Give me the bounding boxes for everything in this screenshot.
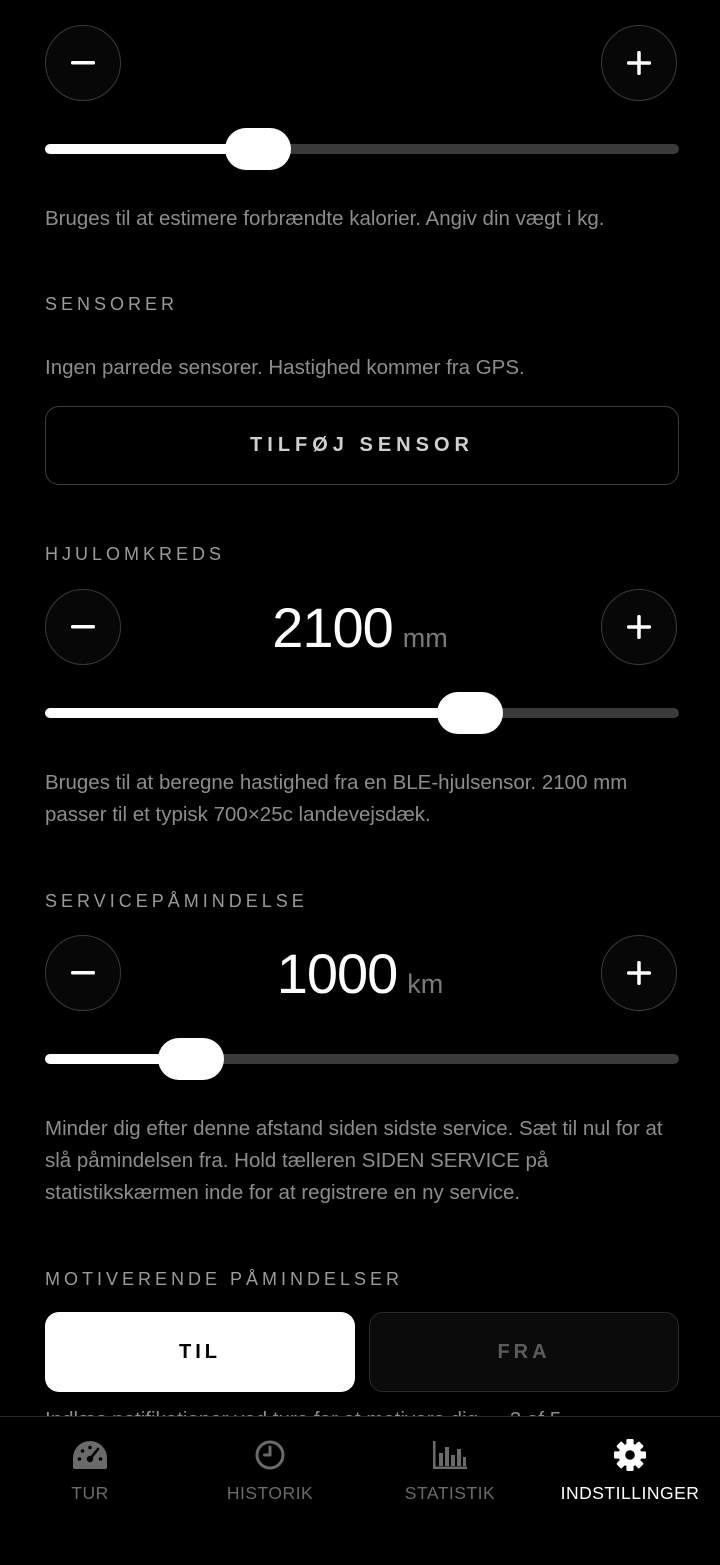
tab-label: HISTORIK (226, 1483, 314, 1503)
tab-label: STATISTIK (404, 1483, 496, 1503)
service-helper-text: Minder dig efter denne afstand siden sid… (45, 1117, 663, 1204)
plus-icon (627, 51, 651, 75)
bottom-tab-bar: TUR HISTORIK STATISTIK INDSTILLINGER (0, 1416, 720, 1565)
tab-indstillinger[interactable]: INDSTILLINGER (540, 1417, 720, 1565)
plus-icon (627, 961, 651, 985)
motivation-off-button[interactable]: FRA (369, 1312, 679, 1392)
service-slider-thumb[interactable] (158, 1038, 224, 1080)
gear-icon (611, 1437, 649, 1473)
tab-label: INDSTILLINGER (560, 1483, 700, 1503)
clock-icon (251, 1437, 289, 1473)
weight-slider[interactable] (45, 128, 679, 170)
sensors-status-text: Ingen parrede sensorer. Hastighed kommer… (45, 356, 525, 379)
service-unit: km (407, 969, 444, 999)
plus-icon (627, 615, 651, 639)
weight-slider-thumb[interactable] (225, 128, 291, 170)
motivation-section-label: MOTIVERENDE PÅMINDELSER (45, 1269, 404, 1289)
add-sensor-button[interactable]: TILFØJ SENSOR (45, 406, 679, 485)
tab-label: TUR (71, 1483, 109, 1503)
weight-helper-text: Bruges til at estimere forbrændte kalori… (45, 207, 605, 230)
weight-increase-button[interactable] (601, 25, 677, 101)
tab-statistik[interactable]: STATISTIK (360, 1417, 540, 1565)
service-section-label: SERVICEPÅMINDELSE (45, 891, 308, 911)
motivation-helper-text: Indlæs notifikationer ved ture for at mo… (45, 1404, 685, 1416)
wheel-helper-text: Bruges til at beregne hastighed fra en B… (45, 771, 628, 826)
wheel-value: 2100 (272, 596, 394, 659)
wheel-slider-thumb[interactable] (437, 692, 503, 734)
wheel-slider[interactable] (45, 692, 679, 734)
minus-icon (71, 61, 95, 65)
sensors-section-label: SENSORER (45, 294, 179, 314)
service-slider[interactable] (45, 1038, 679, 1080)
wheel-slider-fill (45, 708, 470, 718)
speedometer-icon (71, 1437, 109, 1473)
service-value: 1000 (276, 942, 399, 1005)
wheel-section-label: HJULOMKREDS (45, 544, 226, 564)
service-increase-button[interactable] (601, 935, 677, 1011)
motivation-on-button[interactable]: TIL (45, 1312, 355, 1392)
tab-historik[interactable]: HISTORIK (180, 1417, 360, 1565)
weight-decrease-button[interactable] (45, 25, 121, 101)
wheel-unit: mm (402, 623, 448, 653)
wheel-increase-button[interactable] (601, 589, 677, 665)
bar-chart-icon (431, 1437, 469, 1473)
tab-tur[interactable]: TUR (0, 1417, 180, 1565)
